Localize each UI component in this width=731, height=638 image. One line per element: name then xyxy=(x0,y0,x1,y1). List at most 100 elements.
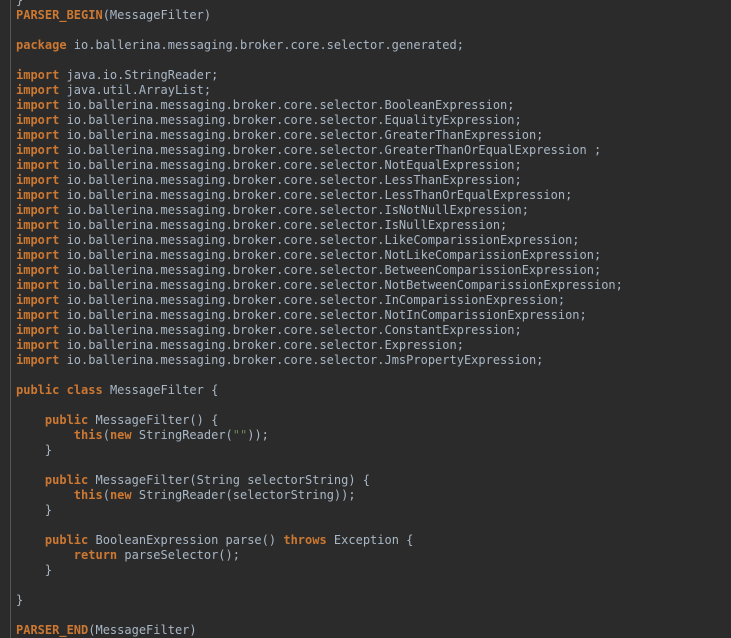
code-line: } xyxy=(16,563,623,578)
code-keyword: package xyxy=(16,38,67,52)
code-text: io.ballerina.messaging.broker.core.selec… xyxy=(59,218,508,232)
code-keyword: public xyxy=(44,473,89,487)
code-line: this(new StringReader("")); xyxy=(16,428,623,443)
code-line: import io.ballerina.messaging.broker.cor… xyxy=(16,218,623,233)
code-keyword: public xyxy=(44,533,89,547)
code-line: import io.ballerina.messaging.broker.cor… xyxy=(16,173,623,188)
code-keyword: import xyxy=(16,308,60,322)
code-keyword: public xyxy=(16,383,60,397)
code-text: io.ballerina.messaging.broker.core.selec… xyxy=(66,38,464,52)
code-line: } xyxy=(16,593,623,608)
code-keyword: import xyxy=(16,173,60,187)
code-keyword: new xyxy=(109,488,132,502)
code-text: io.ballerina.messaging.broker.core.selec… xyxy=(59,203,529,217)
code-keyword: import xyxy=(16,143,60,157)
code-line: import io.ballerina.messaging.broker.cor… xyxy=(16,278,623,293)
code-keyword: public xyxy=(44,413,89,427)
code-keyword: this xyxy=(73,428,103,442)
code-text: io.ballerina.messaging.broker.core.selec… xyxy=(59,293,566,307)
code-line: import io.ballerina.messaging.broker.cor… xyxy=(16,113,623,128)
code-text: BooleanExpression parse() xyxy=(88,533,284,547)
code-text: MessageFilter() { xyxy=(88,413,219,427)
code-text: MessageFilter(String selectorString) { xyxy=(88,473,371,487)
code-text: io.ballerina.messaging.broker.core.selec… xyxy=(59,233,580,247)
code-text: io.ballerina.messaging.broker.core.selec… xyxy=(59,248,602,262)
code-text: io.ballerina.messaging.broker.core.selec… xyxy=(59,128,544,142)
code-text: io.ballerina.messaging.broker.core.selec… xyxy=(59,188,573,202)
code-text: io.ballerina.messaging.broker.core.selec… xyxy=(59,173,522,187)
code-text: StringReader(selectorString)); xyxy=(131,488,356,502)
code-text: java.io.StringReader; xyxy=(59,68,219,82)
code-line: import io.ballerina.messaging.broker.cor… xyxy=(16,143,623,158)
code-text: io.ballerina.messaging.broker.core.selec… xyxy=(59,143,602,157)
code-line: import io.ballerina.messaging.broker.cor… xyxy=(16,128,623,143)
code-keyword: new xyxy=(109,428,132,442)
code-line: import io.ballerina.messaging.broker.cor… xyxy=(16,323,623,338)
code-text: MessageFilter { xyxy=(102,383,219,397)
code-keyword: import xyxy=(16,68,60,82)
code-line: import io.ballerina.messaging.broker.cor… xyxy=(16,98,623,113)
code-text: } xyxy=(16,0,24,7)
code-keyword: import xyxy=(16,128,60,142)
code-line: import io.ballerina.messaging.broker.cor… xyxy=(16,308,623,323)
code-keyword: import xyxy=(16,338,60,352)
code-string: "" xyxy=(232,428,248,442)
code-keyword: import xyxy=(16,248,60,262)
code-text: } xyxy=(16,593,24,607)
code-text: io.ballerina.messaging.broker.core.selec… xyxy=(59,338,464,352)
code-text: ( xyxy=(102,428,110,442)
code-line: } xyxy=(16,443,623,458)
code-line: import io.ballerina.messaging.broker.cor… xyxy=(16,188,623,203)
code-text: io.ballerina.messaging.broker.core.selec… xyxy=(59,323,522,337)
code-keyword: import xyxy=(16,293,60,307)
code-line: public MessageFilter() { xyxy=(16,413,623,428)
code-text: } xyxy=(16,503,53,517)
code-text: parseSelector(); xyxy=(117,548,240,562)
code-editor[interactable]: } PARSER_BEGIN(MessageFilter) package io.… xyxy=(0,0,731,638)
code-keyword: import xyxy=(16,263,60,277)
code-text: Exception { xyxy=(326,533,414,547)
code-line: import io.ballerina.messaging.broker.cor… xyxy=(16,248,623,263)
code-keyword: import xyxy=(16,188,60,202)
code-line: public class MessageFilter { xyxy=(16,383,623,398)
code-line: import io.ballerina.messaging.broker.cor… xyxy=(16,293,623,308)
code-line: PARSER_BEGIN(MessageFilter) xyxy=(16,8,623,23)
code-keyword: PARSER_END xyxy=(16,623,89,637)
code-keyword: import xyxy=(16,218,60,232)
code-text: io.ballerina.messaging.broker.core.selec… xyxy=(59,278,623,292)
code-line: import io.ballerina.messaging.broker.cor… xyxy=(16,338,623,353)
code-text: ( xyxy=(102,488,110,502)
code-keyword: import xyxy=(16,278,60,292)
code-text: } xyxy=(16,563,53,577)
code-line: import java.io.StringReader; xyxy=(16,68,623,83)
code-line: return parseSelector(); xyxy=(16,548,623,563)
code-line: PARSER_END(MessageFilter) xyxy=(16,623,623,638)
code-keyword: import xyxy=(16,113,60,127)
code-line: this(new StringReader(selectorString)); xyxy=(16,488,623,503)
code-text: (MessageFilter) xyxy=(88,623,197,637)
code-keyword: import xyxy=(16,233,60,247)
code-text: } xyxy=(16,443,53,457)
code-keyword: PARSER_BEGIN xyxy=(16,8,103,22)
code-area[interactable]: } PARSER_BEGIN(MessageFilter) package io.… xyxy=(16,0,623,638)
code-text: io.ballerina.messaging.broker.core.selec… xyxy=(59,113,522,127)
code-text: io.ballerina.messaging.broker.core.selec… xyxy=(59,98,515,112)
gutter-divider xyxy=(10,0,11,638)
code-line: import io.ballerina.messaging.broker.cor… xyxy=(16,233,623,248)
code-keyword: import xyxy=(16,158,60,172)
code-line: public BooleanExpression parse() throws … xyxy=(16,533,623,548)
code-keyword: class xyxy=(66,383,103,397)
